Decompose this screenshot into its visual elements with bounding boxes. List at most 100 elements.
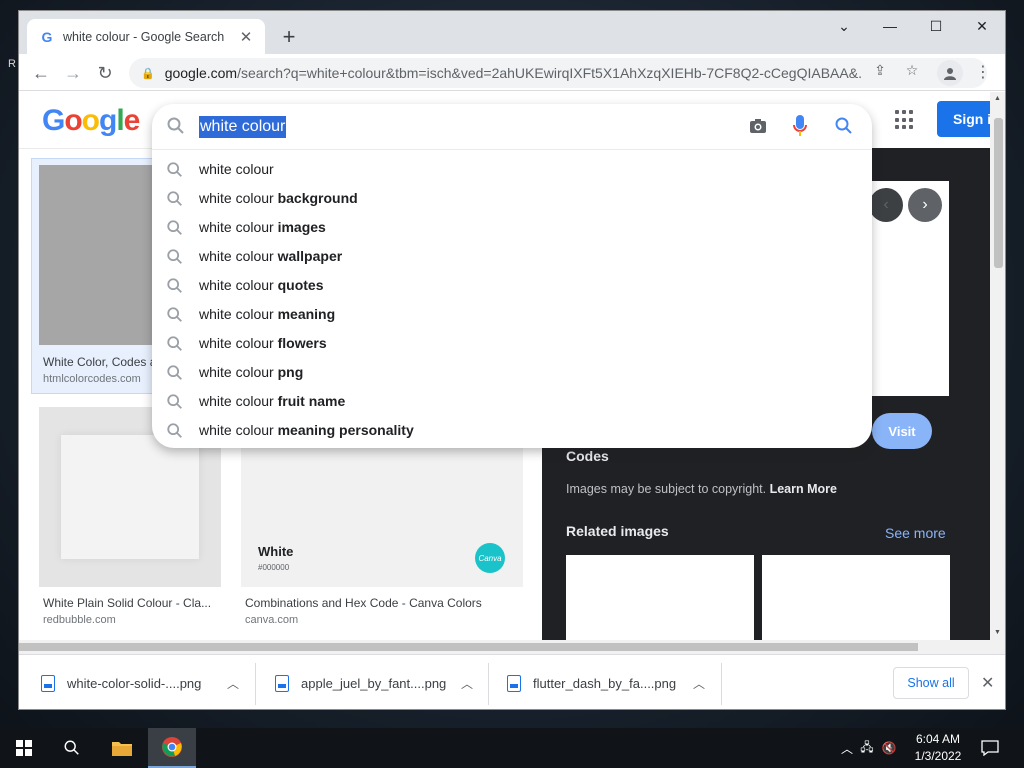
next-image-icon[interactable]: › <box>908 188 942 222</box>
download-item[interactable]: white-color-solid-....png ︿ <box>41 655 239 709</box>
scroll-up-icon[interactable]: ▲ <box>994 95 1001 102</box>
horizontal-scrollbar[interactable] <box>19 640 1005 654</box>
address-bar[interactable]: 🔒 google.com/search?q=white+colour&tbm=i… <box>129 58 987 88</box>
bookmark-star-icon[interactable]: ☆ <box>901 59 923 81</box>
search-icon <box>166 306 184 329</box>
system-tray: ︿ 🖧 🔇 <box>838 728 900 768</box>
browser-tab[interactable]: G white colour - Google Search ✕ <box>27 19 265 54</box>
download-item[interactable]: apple_juel_by_fant....png ︿ <box>275 655 473 709</box>
close-downloads-icon[interactable]: ✕ <box>981 673 994 693</box>
suggestion-item[interactable]: white colour <box>152 154 872 183</box>
search-input[interactable]: white colour <box>199 116 287 138</box>
chevron-up-icon[interactable]: ︿ <box>227 675 239 692</box>
canva-logo-badge: Canva <box>475 543 505 573</box>
search-icon <box>166 219 184 242</box>
google-apps-icon[interactable] <box>895 110 915 130</box>
result-source[interactable]: canva.com <box>245 614 298 626</box>
search-icon <box>166 364 184 387</box>
suggestion-item[interactable]: white colour png <box>152 357 872 386</box>
result-caption[interactable]: White Plain Solid Colour - Cla... <box>43 596 219 610</box>
visit-button[interactable]: Visit <box>872 413 932 449</box>
scroll-down-icon[interactable]: ▼ <box>994 629 1001 636</box>
search-icon <box>166 277 184 300</box>
taskbar-search-icon[interactable] <box>48 728 96 768</box>
windows-taskbar: ︿ 🖧 🔇 6:04 AM 1/3/2022 <box>0 728 1024 768</box>
tab-title: white colour - Google Search <box>63 29 225 44</box>
related-image[interactable] <box>762 555 950 640</box>
image-file-icon <box>41 675 55 692</box>
search-icon <box>166 422 184 445</box>
lock-icon[interactable]: 🔒 <box>141 67 155 80</box>
new-tab-button[interactable]: + <box>277 24 301 49</box>
search-icon <box>166 161 184 184</box>
download-item[interactable]: flutter_dash_by_fa....png ︿ <box>507 655 705 709</box>
result-source[interactable]: redbubble.com <box>43 614 116 626</box>
divider <box>255 663 256 705</box>
chevron-up-icon[interactable]: ︿ <box>461 675 473 692</box>
desktop-label-fragment: R <box>8 58 16 70</box>
google-favicon-icon: G <box>41 28 53 45</box>
image-file-icon <box>275 675 289 692</box>
maximize-button[interactable]: ☐ <box>913 11 959 41</box>
address-url[interactable]: google.com/search?q=white+colour&tbm=isc… <box>165 65 863 81</box>
divider <box>721 663 722 705</box>
suggestion-item[interactable]: white colour flowers <box>152 328 872 357</box>
show-all-downloads-button[interactable]: Show all <box>893 667 969 699</box>
profile-avatar-icon[interactable] <box>937 60 963 86</box>
minimize-button[interactable]: — <box>867 11 913 41</box>
windows-start-icon[interactable] <box>0 728 48 768</box>
download-filename[interactable]: flutter_dash_by_fa....png <box>533 676 683 691</box>
taskbar-clock[interactable]: 6:04 AM 1/3/2022 <box>910 731 966 765</box>
see-more-link[interactable]: See more <box>885 525 946 541</box>
swatch-name: White <box>258 544 294 559</box>
search-submit-icon[interactable] <box>834 116 854 141</box>
chevron-up-icon[interactable]: ︿ <box>693 675 705 692</box>
vertical-scroll-thumb[interactable] <box>994 118 1003 268</box>
download-filename[interactable]: apple_juel_by_fant....png <box>301 676 451 691</box>
close-window-button[interactable]: ✕ <box>959 11 1005 41</box>
suggestion-item[interactable]: white colour meaning <box>152 299 872 328</box>
clock-time: 6:04 AM <box>915 732 961 746</box>
vertical-scrollbar[interactable]: ▲ ▼ <box>990 92 1005 640</box>
suggestion-item[interactable]: white colour fruit name <box>152 386 872 415</box>
tab-close-icon[interactable]: ✕ <box>237 28 255 46</box>
learn-more-link[interactable]: Learn More <box>770 482 837 496</box>
previous-image-icon[interactable]: ‹ <box>869 188 903 222</box>
reload-button[interactable]: ↻ <box>91 59 119 87</box>
chrome-taskbar-icon[interactable] <box>148 728 196 768</box>
camera-search-icon[interactable] <box>748 116 768 141</box>
back-button[interactable]: ← <box>27 59 55 87</box>
suggestion-item[interactable]: white colour background <box>152 183 872 212</box>
voice-search-icon[interactable] <box>792 114 808 143</box>
download-filename[interactable]: white-color-solid-....png <box>67 676 217 691</box>
search-suggestions-dropdown: white colour white colour white colour b… <box>152 104 872 448</box>
network-icon[interactable]: 🖧 <box>856 738 878 759</box>
tab-strip: G white colour - Google Search ✕ + ⌄ — ☐… <box>19 11 1005 54</box>
related-images-heading: Related images <box>566 523 669 539</box>
search-icon <box>166 116 186 141</box>
google-logo[interactable]: Google <box>42 104 140 138</box>
divider <box>488 663 489 705</box>
suggestion-item[interactable]: white colour images <box>152 212 872 241</box>
suggestion-item[interactable]: white colour meaning personality <box>152 415 872 444</box>
suggestion-item[interactable]: white colour wallpaper <box>152 241 872 270</box>
volume-muted-icon[interactable]: 🔇 <box>878 741 900 755</box>
clock-date: 1/3/2022 <box>914 749 962 763</box>
search-icon <box>166 248 184 271</box>
tab-search-icon[interactable]: ⌄ <box>821 11 867 41</box>
image-file-icon <box>507 675 521 692</box>
file-explorer-icon[interactable] <box>98 728 146 768</box>
notifications-icon[interactable] <box>968 728 1012 768</box>
forward-button[interactable]: → <box>59 59 87 87</box>
chevron-up-icon[interactable]: ︿ <box>838 740 856 757</box>
more-menu-icon[interactable]: ⋮ <box>975 62 991 82</box>
result-source[interactable]: htmlcolorcodes.com <box>43 373 141 385</box>
sign-in-button[interactable]: Sign in <box>937 101 990 137</box>
share-icon[interactable]: ⇪ <box>869 59 891 81</box>
search-bar: white colour <box>152 104 872 150</box>
horizontal-scroll-thumb[interactable] <box>19 643 918 651</box>
related-image[interactable] <box>566 555 754 640</box>
result-caption[interactable]: Combinations and Hex Code - Canva Colors <box>245 596 523 610</box>
copyright-notice: Images may be subject to copyright. Lear… <box>566 482 837 496</box>
suggestion-item[interactable]: white colour quotes <box>152 270 872 299</box>
